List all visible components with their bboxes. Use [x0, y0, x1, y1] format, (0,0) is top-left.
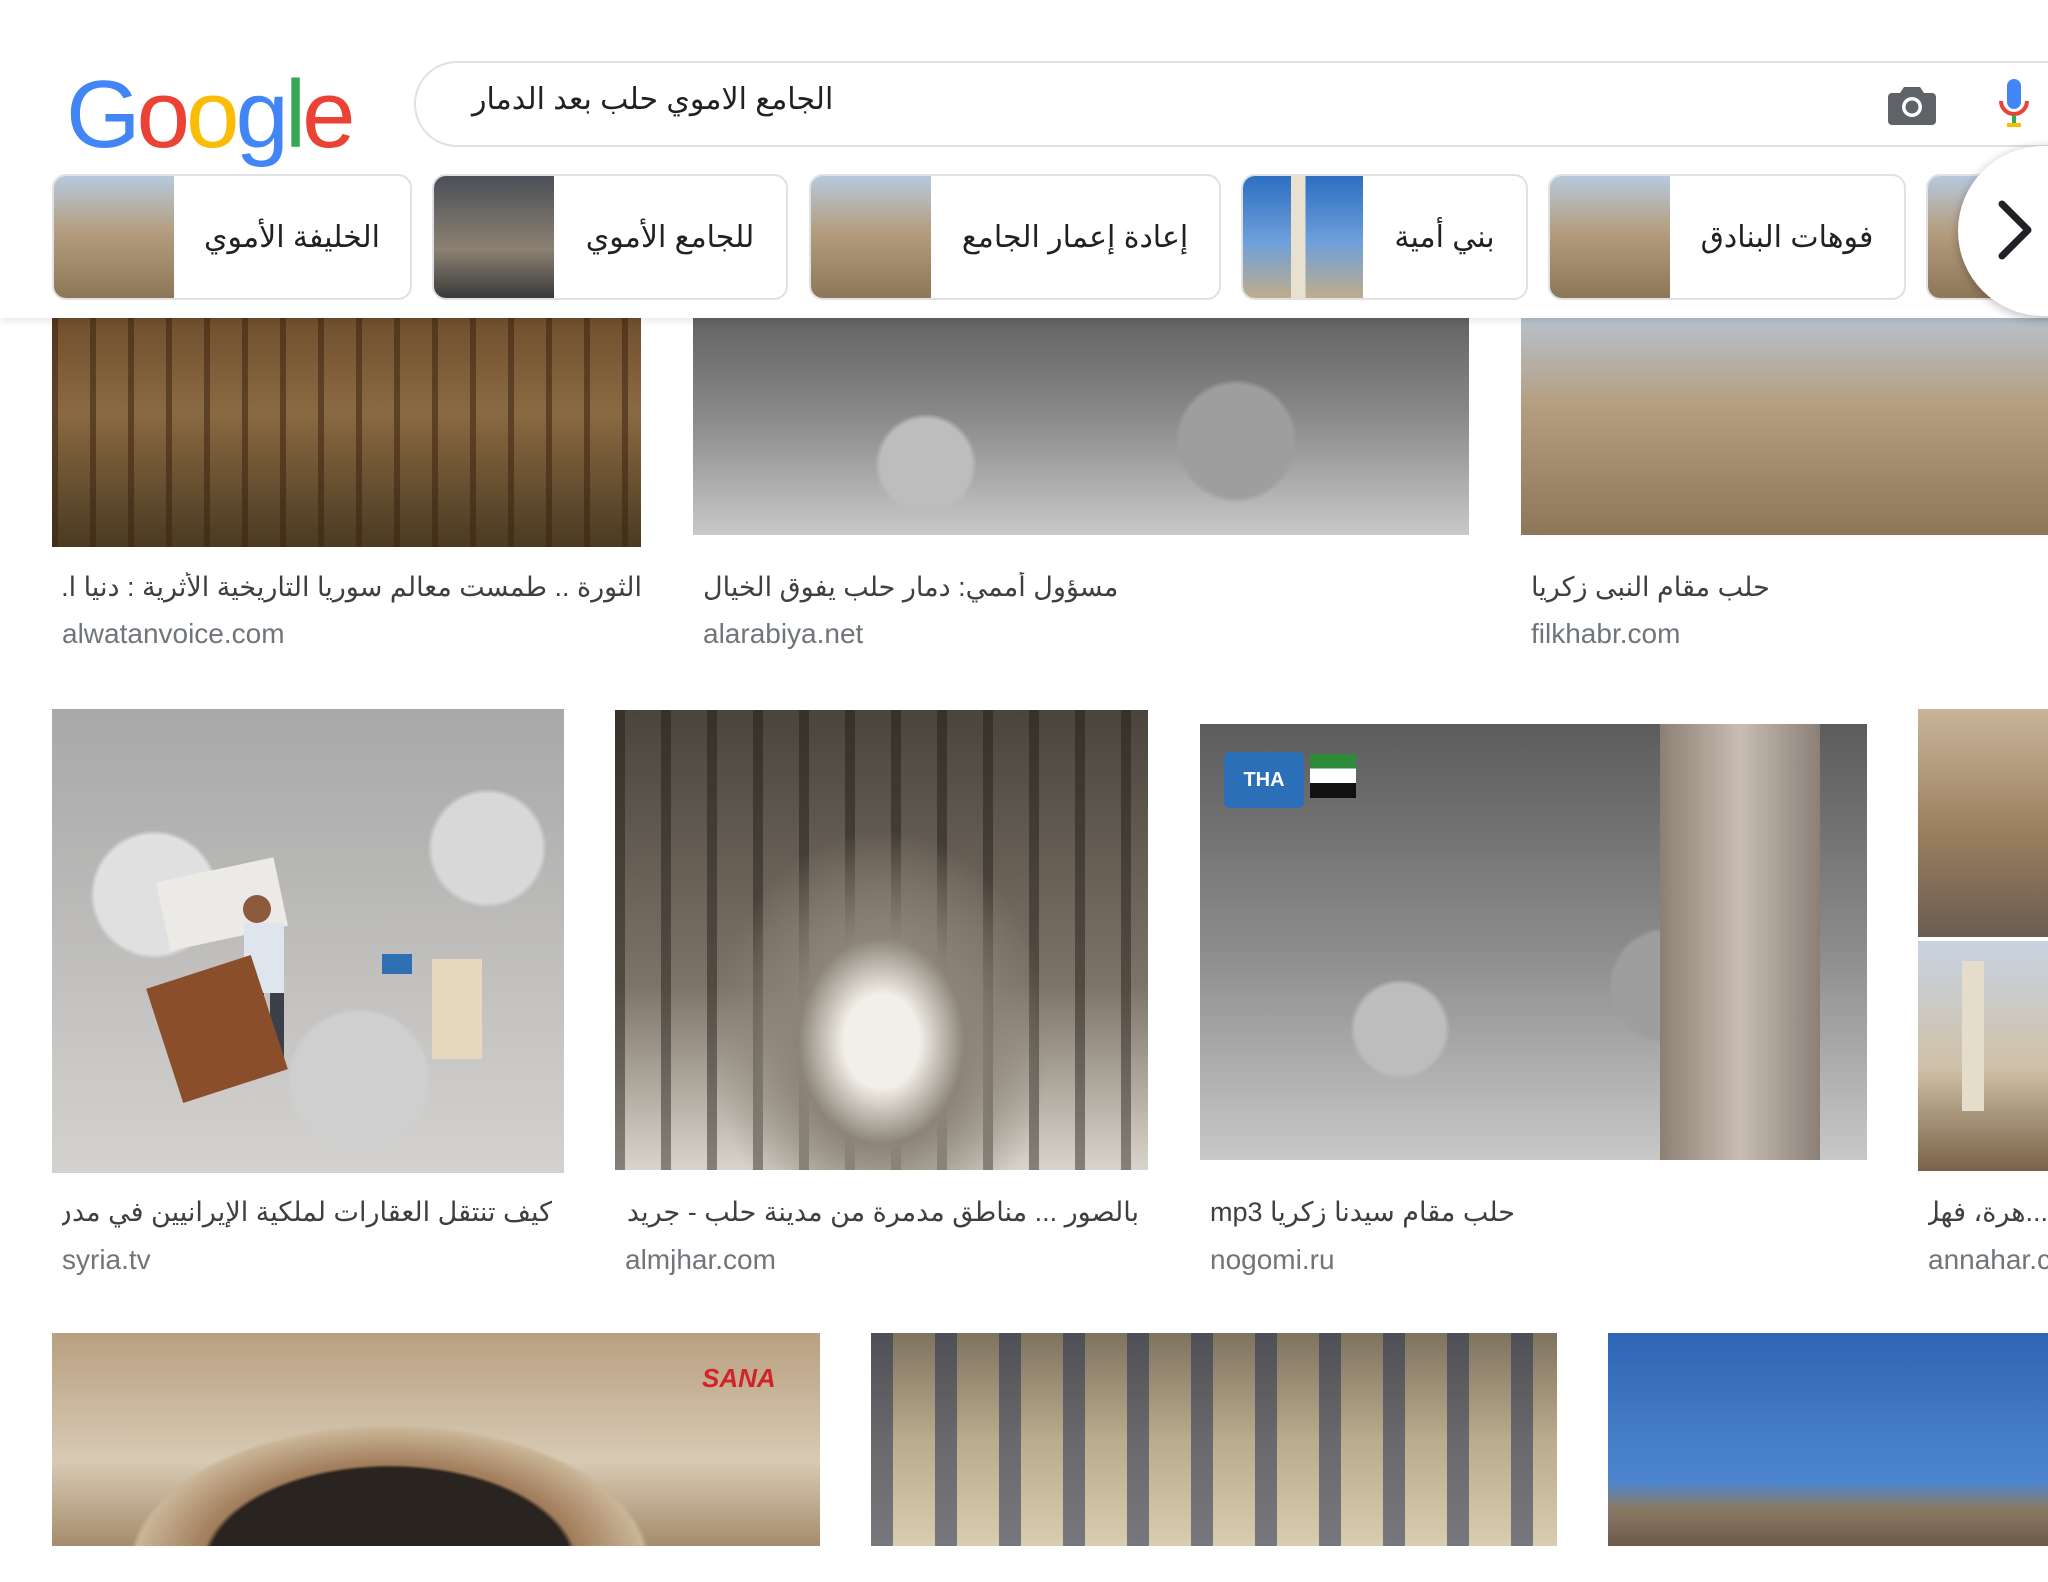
- chip-thumbnail: [811, 176, 931, 298]
- tha-logo: THA: [1224, 752, 1304, 808]
- result-source: alwatanvoice.com: [62, 618, 285, 649]
- related-chip-umayyad-mosque[interactable]: للجامع الأموي: [432, 174, 788, 300]
- result-source: alarabiya.net: [703, 618, 864, 649]
- result-title[interactable]: مسؤول أممي: دمار حلب يفوق الخيال: [703, 572, 1403, 603]
- chip-thumbnail: [1243, 176, 1363, 298]
- chip-thumbnail: [434, 176, 554, 298]
- result-image[interactable]: [693, 300, 1469, 535]
- bottom-edge: [0, 1546, 2048, 1582]
- logo-letter: o: [186, 61, 239, 168]
- camera-icon[interactable]: [1888, 83, 1936, 127]
- sana-logo: SANA: [702, 1363, 776, 1393]
- result-image[interactable]: [52, 709, 564, 1173]
- result-source: syria.tv: [62, 1244, 151, 1275]
- chip-label: بني أمية: [1394, 220, 1495, 254]
- result-source: annahar.c: [1928, 1244, 2048, 1275]
- result-title[interactable]: بالصور ... مناطق مدمرة من مدينة حلب - جر…: [625, 1197, 1139, 1228]
- result-title[interactable]: حلب مقام سيدنا زكريا mp3: [1210, 1197, 1850, 1228]
- logo-letter: o: [136, 61, 190, 168]
- google-logo[interactable]: Google: [66, 60, 356, 170]
- chip-thumbnail: [54, 176, 174, 298]
- related-chip-gun-muzzles[interactable]: فوهات البنادق: [1548, 174, 1906, 300]
- logo-letter: l: [284, 61, 306, 168]
- logo-letter: g: [235, 61, 288, 168]
- result-source: filkhabr.com: [1531, 618, 1681, 649]
- search-input[interactable]: الجامع الاموي حلب بعد الدمار: [414, 61, 2048, 147]
- result-title[interactable]: حلب مقام النبى زكريا: [1531, 572, 2031, 603]
- wall-column: [1660, 724, 1820, 1160]
- logo-letter: e: [302, 61, 355, 168]
- result-title[interactable]: الثورة .. طمست معالم سوريا التاريخية الأ…: [62, 572, 642, 603]
- result-title[interactable]: ...هرة، فهل: [1928, 1197, 2048, 1228]
- related-chip-bani-umayya[interactable]: بني أمية: [1241, 174, 1528, 300]
- chip-label: فوهات البنادق: [1700, 220, 1874, 254]
- result-source: almjhar.com: [625, 1244, 776, 1275]
- search-query-text[interactable]: الجامع الاموي حلب بعد الدمار: [472, 82, 833, 117]
- google-images-results-page: الثورة .. طمست معالم سوريا التاريخية الأ…: [0, 0, 2048, 1582]
- result-image[interactable]: [1521, 300, 2048, 535]
- chip-label: إعادة إعمار الجامع: [961, 220, 1189, 254]
- related-chip-umayyad-caliph[interactable]: الخليفة الأموي: [52, 174, 412, 300]
- chip-label: للجامع الأموي: [585, 220, 755, 254]
- chip-label: الخليفة الأموي: [204, 220, 380, 254]
- logo-letter: G: [66, 61, 141, 168]
- result-image[interactable]: [615, 710, 1148, 1170]
- chevron-right-icon: [1998, 200, 2032, 260]
- result-image[interactable]: [871, 1333, 1557, 1546]
- chip-thumbnail: [1550, 176, 1670, 298]
- flag-icon: [1310, 754, 1356, 798]
- person-in-rubble-illustration: [146, 857, 482, 1104]
- search-header: Google الجامع الاموي حلب بعد الدمار الخل…: [0, 0, 2048, 318]
- result-image[interactable]: [1918, 941, 2048, 1171]
- result-image[interactable]: THA: [1200, 724, 1867, 1160]
- result-image[interactable]: SANA: [52, 1333, 820, 1546]
- result-image[interactable]: [1918, 709, 2048, 937]
- result-title[interactable]: كيف تنتقل العقارات لملكية الإيرانيين في …: [62, 1197, 552, 1228]
- mic-icon[interactable]: [1998, 79, 2030, 131]
- result-source: nogomi.ru: [1210, 1244, 1335, 1275]
- result-image[interactable]: [1608, 1333, 2048, 1546]
- result-image[interactable]: [52, 300, 641, 547]
- minaret-shape: [1962, 961, 1984, 1111]
- related-chip-mosque-reconstruction[interactable]: إعادة إعمار الجامع: [809, 174, 1221, 300]
